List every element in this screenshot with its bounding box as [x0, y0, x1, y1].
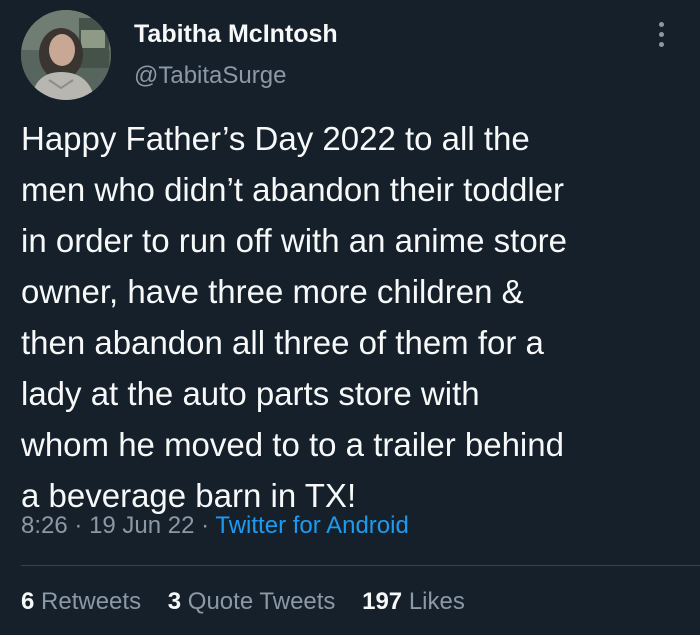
tweet-text-line: men who didn’t abandon their toddler	[21, 171, 565, 208]
retweets-stat[interactable]: 6 Retweets	[21, 588, 141, 615]
more-vertical-icon[interactable]	[652, 22, 670, 54]
tweet-text-line: then abandon all three of them for a	[21, 324, 544, 361]
likes-stat[interactable]: 197 Likes	[362, 588, 465, 615]
tweet-text-line: whom he moved to to a trailer behind	[21, 426, 564, 463]
avatar-image	[21, 10, 111, 100]
tweet-meta: 8:26 · 19 Jun 22 · Twitter for Android	[21, 512, 409, 540]
tweet-text-line: Happy Father’s Day 2022 to all the	[21, 120, 530, 157]
tweet-text-line: owner, have three more children &	[21, 273, 524, 310]
avatar[interactable]	[21, 10, 111, 100]
tweet-stats: 6 Retweets 3 Quote Tweets 197 Likes	[21, 588, 485, 616]
retweets-count: 6	[21, 588, 35, 615]
quote-tweets-stat[interactable]: 3 Quote Tweets	[168, 588, 336, 615]
author-name[interactable]: Tabitha McIntosh	[134, 20, 338, 49]
tweet-card: Tabitha McIntosh @TabitaSurge Happy Fath…	[0, 0, 700, 635]
retweets-label: Retweets	[41, 588, 142, 615]
likes-label: Likes	[408, 588, 465, 615]
quote-tweets-label: Quote Tweets	[187, 588, 336, 615]
tweet-source-link[interactable]: Twitter for Android	[215, 512, 408, 539]
tweet-date[interactable]: 19 Jun 22	[89, 512, 194, 539]
tweet-time[interactable]: 8:26	[21, 512, 68, 539]
author-handle[interactable]: @TabitaSurge	[134, 62, 286, 90]
tweet-text-line: in order to run off with an anime store	[21, 222, 568, 259]
likes-count: 197	[362, 588, 403, 615]
quote-tweets-count: 3	[167, 588, 182, 615]
meta-separator: ·	[74, 512, 83, 539]
meta-separator: ·	[201, 512, 210, 539]
tweet-text: Happy Father’s Day 2022 to all the men w…	[21, 113, 691, 521]
divider	[21, 565, 700, 566]
tweet-text-line: lady at the auto parts store with	[21, 375, 480, 412]
